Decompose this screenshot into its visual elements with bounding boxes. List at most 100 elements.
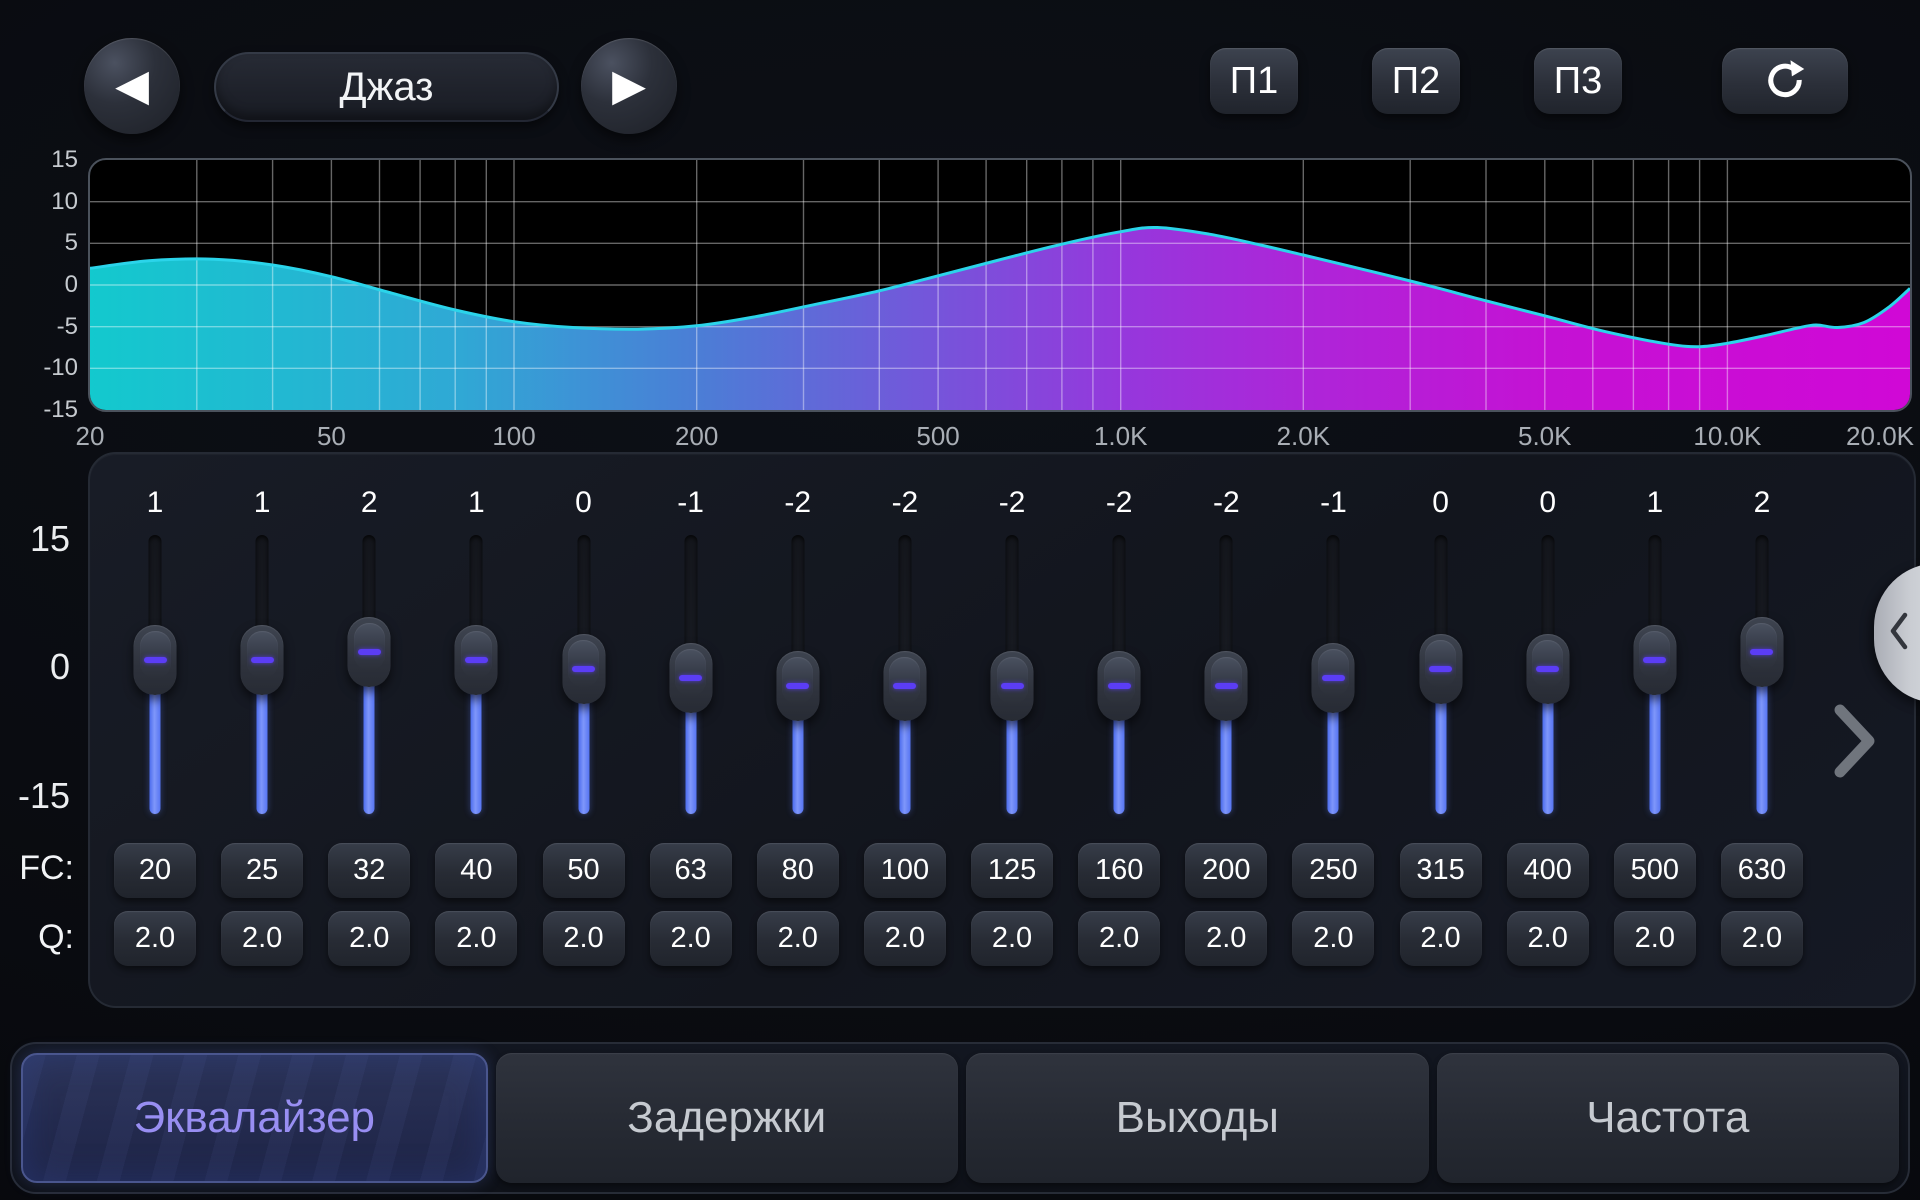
slider-thumb[interactable]: [776, 651, 819, 721]
slider-thumb-inner: [1211, 657, 1242, 704]
band-gain-value: 1: [105, 486, 205, 520]
slider-thumb-inner: [1639, 631, 1670, 678]
band-fc-button[interactable]: 200: [1185, 843, 1267, 898]
tab-label: Эквалайзер: [133, 1093, 375, 1143]
band-fc-button[interactable]: 160: [1078, 843, 1160, 898]
band-q-button[interactable]: 2.0: [543, 911, 625, 966]
band-gain-value: -2: [1069, 486, 1169, 520]
eq-response-plot: [88, 158, 1912, 412]
band-q-button[interactable]: 2.0: [1721, 911, 1803, 966]
slider-thumb-inner: [247, 631, 278, 678]
gain-axis-min-label: -15: [0, 776, 70, 816]
slider-thumb-inner: [461, 631, 492, 678]
preset-memory-3-button[interactable]: П3: [1534, 48, 1622, 114]
band-q-button[interactable]: 2.0: [1400, 911, 1482, 966]
left-triangle-icon: ◀: [115, 64, 149, 108]
slider-thumb[interactable]: [562, 634, 605, 704]
band-fc-button[interactable]: 630: [1721, 843, 1803, 898]
chevron-left-icon: [1874, 611, 1910, 656]
eq-band: -1 63 2.0: [641, 454, 741, 1006]
preset-next-button[interactable]: ▶: [581, 38, 677, 134]
eq-band: 1 40 2.0: [426, 454, 526, 1006]
slider-thumb[interactable]: [348, 617, 391, 687]
tab-delays[interactable]: Задержки: [496, 1053, 959, 1183]
band-fc-button[interactable]: 20: [114, 843, 196, 898]
slider-thumb[interactable]: [1526, 634, 1569, 704]
preset-memory-1-button[interactable]: П1: [1210, 48, 1298, 114]
eq-band: 1 20 2.0: [105, 454, 205, 1006]
band-q-button[interactable]: 2.0: [1507, 911, 1589, 966]
band-fc-button[interactable]: 500: [1614, 843, 1696, 898]
band-fc-button[interactable]: 63: [650, 843, 732, 898]
slider-thumb[interactable]: [134, 625, 177, 695]
slider-thumb[interactable]: [455, 625, 498, 695]
x-tick-label: 20: [76, 421, 105, 451]
bottom-tab-bar: Эквалайзер Задержки Выходы Частота: [10, 1042, 1910, 1194]
slider-thumb[interactable]: [991, 651, 1034, 721]
tab-outputs[interactable]: Выходы: [966, 1053, 1429, 1183]
band-gain-value: -2: [748, 486, 848, 520]
q-row-label: Q:: [0, 917, 74, 957]
slider-thumb[interactable]: [1419, 634, 1462, 704]
band-gain-value: -1: [641, 486, 741, 520]
band-fc-button[interactable]: 80: [757, 843, 839, 898]
band-fc-button[interactable]: 400: [1507, 843, 1589, 898]
band-fc-button[interactable]: 125: [971, 843, 1053, 898]
band-gain-value: -1: [1283, 486, 1383, 520]
response-area: [90, 227, 1910, 410]
band-q-button[interactable]: 2.0: [650, 911, 732, 966]
band-q-button[interactable]: 2.0: [435, 911, 517, 966]
eq-band: 1 500 2.0: [1605, 454, 1705, 1006]
band-q-button[interactable]: 2.0: [221, 911, 303, 966]
reset-button[interactable]: [1722, 48, 1848, 114]
tab-frequency[interactable]: Частота: [1437, 1053, 1900, 1183]
band-q-button[interactable]: 2.0: [1292, 911, 1374, 966]
slider-thumb[interactable]: [241, 625, 284, 695]
slider-thumb-dash: [786, 683, 809, 689]
x-tick-label: 100: [492, 421, 535, 451]
eq-band: 0 50 2.0: [534, 454, 634, 1006]
band-q-button[interactable]: 2.0: [1614, 911, 1696, 966]
eq-band: -2 160 2.0: [1069, 454, 1169, 1006]
tab-label: Выходы: [1116, 1093, 1279, 1143]
preset-memory-2-button[interactable]: П2: [1372, 48, 1460, 114]
tab-label: Задержки: [627, 1093, 826, 1143]
preset-prev-button[interactable]: ◀: [84, 38, 180, 134]
band-q-button[interactable]: 2.0: [328, 911, 410, 966]
band-fc-button[interactable]: 32: [328, 843, 410, 898]
slider-thumb[interactable]: [1205, 651, 1248, 721]
slider-thumb-inner: [354, 623, 385, 670]
slider-thumb[interactable]: [1633, 625, 1676, 695]
slider-thumb-inner: [1104, 657, 1135, 704]
band-fc-button[interactable]: 50: [543, 843, 625, 898]
band-fc-button[interactable]: 250: [1292, 843, 1374, 898]
band-gain-value: 0: [1498, 486, 1598, 520]
band-q-button[interactable]: 2.0: [864, 911, 946, 966]
slider-thumb-inner: [782, 657, 813, 704]
slider-thumb[interactable]: [1098, 651, 1141, 721]
band-q-button[interactable]: 2.0: [114, 911, 196, 966]
right-triangle-icon: ▶: [612, 64, 646, 108]
preset-selector[interactable]: Джаз: [214, 52, 559, 122]
tab-equalizer[interactable]: Эквалайзер: [21, 1053, 488, 1183]
band-fc-button[interactable]: 25: [221, 843, 303, 898]
eq-band: -2 200 2.0: [1176, 454, 1276, 1006]
eq-band: 0 400 2.0: [1498, 454, 1598, 1006]
band-q-button[interactable]: 2.0: [757, 911, 839, 966]
band-q-button[interactable]: 2.0: [971, 911, 1053, 966]
band-gain-value: 1: [212, 486, 312, 520]
slider-thumb[interactable]: [1740, 617, 1783, 687]
slider-thumb[interactable]: [1312, 643, 1355, 713]
band-q-button[interactable]: 2.0: [1185, 911, 1267, 966]
slider-thumb[interactable]: [883, 651, 926, 721]
eq-band: 1 25 2.0: [212, 454, 312, 1006]
x-tick-label: 10.0K: [1693, 421, 1761, 451]
next-bands-page-button[interactable]: [1833, 703, 1877, 779]
y-tick-label: -15: [4, 395, 78, 425]
band-fc-button[interactable]: 100: [864, 843, 946, 898]
slider-thumb-dash: [1322, 675, 1345, 681]
band-fc-button[interactable]: 315: [1400, 843, 1482, 898]
slider-thumb[interactable]: [669, 643, 712, 713]
band-fc-button[interactable]: 40: [435, 843, 517, 898]
band-q-button[interactable]: 2.0: [1078, 911, 1160, 966]
